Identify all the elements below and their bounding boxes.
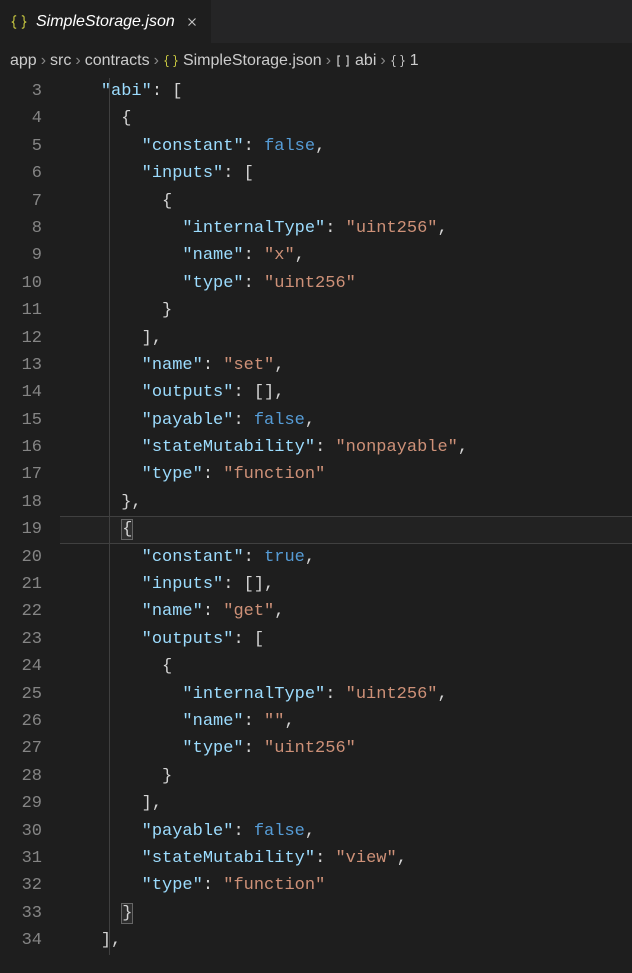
crumb-index[interactable]: 1 — [410, 52, 419, 70]
crumb-file[interactable]: SimpleStorage.json — [183, 52, 322, 70]
code-line[interactable]: { — [60, 188, 632, 215]
line-number: 11 — [0, 297, 42, 324]
line-number: 22 — [0, 598, 42, 625]
code-line[interactable]: }, — [60, 489, 632, 516]
line-number: 9 — [0, 242, 42, 269]
code-line[interactable]: { — [60, 516, 632, 543]
code-line[interactable]: { — [60, 653, 632, 680]
code-line[interactable]: } — [60, 763, 632, 790]
line-number: 15 — [0, 407, 42, 434]
code-line[interactable]: "name": "set", — [60, 352, 632, 379]
line-number: 32 — [0, 872, 42, 899]
line-number: 33 — [0, 900, 42, 927]
line-number: 18 — [0, 489, 42, 516]
code-line[interactable]: } — [60, 900, 632, 927]
code-line[interactable]: "stateMutability": "view", — [60, 845, 632, 872]
chevron-right-icon: › — [75, 52, 80, 70]
code-line[interactable]: "constant": true, — [60, 544, 632, 571]
code-line[interactable]: ], — [60, 927, 632, 954]
crumb-src[interactable]: src — [50, 52, 71, 70]
line-number: 8 — [0, 215, 42, 242]
line-number: 14 — [0, 379, 42, 406]
code-line[interactable]: "stateMutability": "nonpayable", — [60, 434, 632, 461]
line-number: 12 — [0, 325, 42, 352]
line-number: 16 — [0, 434, 42, 461]
code-line[interactable]: ], — [60, 790, 632, 817]
line-number: 23 — [0, 626, 42, 653]
code-line[interactable]: "name": "", — [60, 708, 632, 735]
line-number: 29 — [0, 790, 42, 817]
chevron-right-icon: › — [380, 52, 385, 70]
line-number: 3 — [0, 78, 42, 105]
line-number: 24 — [0, 653, 42, 680]
line-number: 5 — [0, 133, 42, 160]
crumb-contracts[interactable]: contracts — [85, 52, 150, 70]
line-number: 7 — [0, 188, 42, 215]
line-number: 4 — [0, 105, 42, 132]
tab-simplestorage[interactable]: SimpleStorage.json — [0, 0, 211, 43]
tab-bar: SimpleStorage.json — [0, 0, 632, 44]
code-line[interactable]: "constant": false, — [60, 133, 632, 160]
line-number: 20 — [0, 544, 42, 571]
code-line[interactable]: "type": "function" — [60, 872, 632, 899]
code-line[interactable]: "type": "function" — [60, 461, 632, 488]
chevron-right-icon: › — [326, 52, 331, 70]
close-icon[interactable] — [183, 13, 201, 31]
line-gutter: 3456789101112131415161718192021222324252… — [0, 78, 60, 955]
line-number: 34 — [0, 927, 42, 954]
code-line[interactable]: "type": "uint256" — [60, 735, 632, 762]
line-number: 10 — [0, 270, 42, 297]
chevron-right-icon: › — [41, 52, 46, 70]
line-number: 13 — [0, 352, 42, 379]
code-line[interactable]: "abi": [ — [60, 78, 632, 105]
code-line[interactable]: "inputs": [], — [60, 571, 632, 598]
crumb-abi[interactable]: abi — [355, 52, 376, 70]
code-line[interactable]: ], — [60, 325, 632, 352]
line-number: 17 — [0, 461, 42, 488]
line-number: 28 — [0, 763, 42, 790]
line-number: 21 — [0, 571, 42, 598]
code-line[interactable]: "payable": false, — [60, 818, 632, 845]
code-line[interactable]: "internalType": "uint256", — [60, 215, 632, 242]
line-number: 27 — [0, 735, 42, 762]
json-braces-icon — [10, 13, 28, 31]
json-braces-icon — [163, 53, 179, 69]
code-line[interactable]: "internalType": "uint256", — [60, 681, 632, 708]
code-editor[interactable]: 3456789101112131415161718192021222324252… — [0, 78, 632, 955]
code-area[interactable]: "abi": [ { "constant": false, "inputs": … — [60, 78, 632, 955]
code-line[interactable]: "name": "x", — [60, 242, 632, 269]
code-line[interactable]: { — [60, 105, 632, 132]
breadcrumb[interactable]: app › src › contracts › SimpleStorage.js… — [0, 44, 632, 78]
code-line[interactable]: "payable": false, — [60, 407, 632, 434]
line-number: 6 — [0, 160, 42, 187]
code-line[interactable]: "inputs": [ — [60, 160, 632, 187]
brackets-icon — [335, 53, 351, 69]
code-line[interactable]: "type": "uint256" — [60, 270, 632, 297]
code-line[interactable]: "outputs": [], — [60, 379, 632, 406]
code-line[interactable]: } — [60, 297, 632, 324]
crumb-app[interactable]: app — [10, 52, 37, 70]
braces-icon — [390, 53, 406, 69]
line-number: 19 — [0, 516, 42, 543]
chevron-right-icon: › — [154, 52, 159, 70]
current-line-highlight — [60, 516, 632, 543]
tab-filename: SimpleStorage.json — [36, 13, 175, 31]
line-number: 31 — [0, 845, 42, 872]
line-number: 30 — [0, 818, 42, 845]
line-number: 25 — [0, 681, 42, 708]
line-number: 26 — [0, 708, 42, 735]
code-line[interactable]: "name": "get", — [60, 598, 632, 625]
code-line[interactable]: "outputs": [ — [60, 626, 632, 653]
